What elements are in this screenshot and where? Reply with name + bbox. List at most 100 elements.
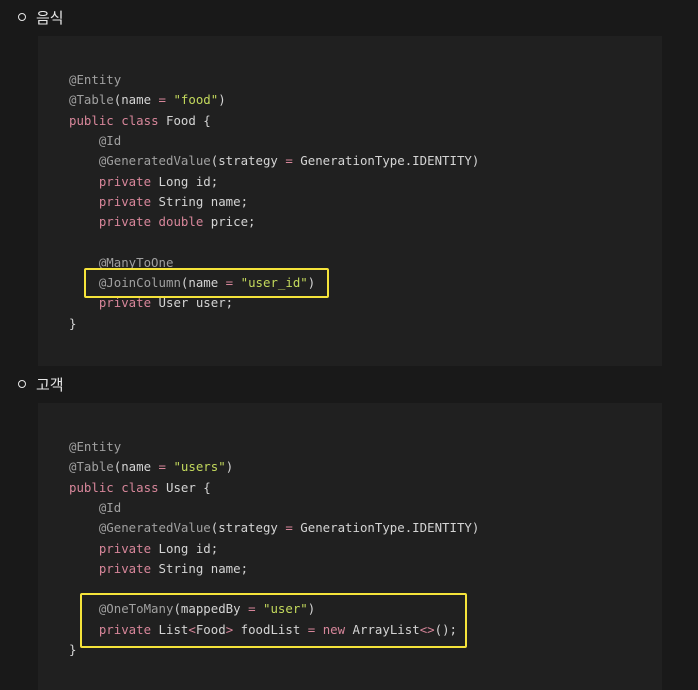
code-token: Food [195,621,226,637]
code-line: @Id [69,498,121,518]
code-line: private Long id; [69,539,218,559]
code-token: private [98,173,152,189]
code-line: } [69,640,76,660]
code-token: (name [113,459,159,475]
code-line: @Entity [69,70,121,90]
code-token: @Entity [69,439,122,454]
code-token: @Table [69,459,114,475]
code-token: (name [180,275,226,290]
code-token: String name; [151,560,249,576]
code-token: private [98,193,152,209]
section-heading-label: 고객 [36,375,64,394]
code-token: ) [225,459,234,475]
code-token: private [98,621,152,637]
code-line: @Table(name = "food") [69,90,226,110]
code-line: @GeneratedValue(strategy = GenerationTyp… [69,518,479,538]
code-line: @OneToMany(mappedBy = "user") [69,599,315,619]
bullet-icon [18,13,26,21]
section-heading-food: 음식 [18,5,64,29]
code-token: = [285,520,293,536]
code-token: } [69,315,77,331]
code-token: User { [158,479,211,495]
section-heading-label: 음식 [36,8,64,27]
code-line: } [69,314,76,334]
code-block-food[interactable]: @Entity @Table(name = "food") public class… [38,36,662,366]
bullet-icon [18,380,26,388]
code-token: <> [419,621,435,637]
code-line: @ManyToOne [69,253,174,273]
code-token: new [322,621,346,637]
code-token: private [98,560,152,576]
code-token: Food { [158,112,211,128]
code-token: (mappedBy [173,601,249,617]
code-token: ) [307,275,316,290]
code-line: public class Food { [69,111,211,131]
code-token: class [121,112,159,128]
section-heading-user: 고객 [18,372,64,396]
code-token: (); [434,621,458,637]
code-token: (strategy [210,153,286,169]
code-line: private String name; [69,559,248,579]
code-token: public [69,112,114,128]
code-token: = [285,153,293,169]
code-line: private List<Food> foodList = new ArrayL… [69,620,457,640]
code-token: class [121,479,159,495]
code-token: "user" [263,601,308,617]
code-line: private double price; [69,212,256,232]
code-token: "user_id" [240,275,308,290]
code-token: @Id [98,132,122,148]
code-token: String name; [151,193,249,209]
code-line: @JoinColumn(name = "user_id") [69,273,315,293]
code-token: @Id [98,499,122,515]
code-token: (name [113,92,159,108]
code-token: GenerationType.IDENTITY) [292,520,480,536]
code-token: foodList [233,621,308,637]
code-token: "food" [173,92,219,108]
code-line: @Id [69,131,121,151]
code-line: @Table(name = "users") [69,457,233,477]
code-token: ) [218,92,226,108]
code-token: List [151,621,189,637]
code-token: } [69,642,77,657]
code-token: @OneToMany [98,601,174,617]
code-token: Long id; [151,540,219,556]
code-token: ArrayList [345,621,420,637]
code-line: public class User { [69,478,211,498]
code-token: private [98,540,152,556]
code-token: public [69,479,114,495]
code-token: double [158,214,204,230]
code-token: private [98,214,152,230]
code-line: @Entity [69,437,121,457]
code-token: ) [307,601,316,617]
code-token: @GeneratedValue [98,520,211,536]
code-token: = [248,601,256,617]
code-token: = [158,92,166,108]
code-token: price; [203,214,256,230]
code-token: "users" [173,459,226,475]
code-block-user[interactable]: @Entity @Table(name = "users") public clas… [38,403,662,690]
code-line: private String name; [69,192,248,212]
code-token: Long id; [151,173,219,189]
code-token: @Table [69,92,114,108]
code-token: @Entity [69,72,122,87]
page: 음식 @Entity @Table(name = "food") public cl… [0,0,698,690]
code-token: private [98,295,152,311]
code-line: @GeneratedValue(strategy = GenerationTyp… [69,151,479,171]
